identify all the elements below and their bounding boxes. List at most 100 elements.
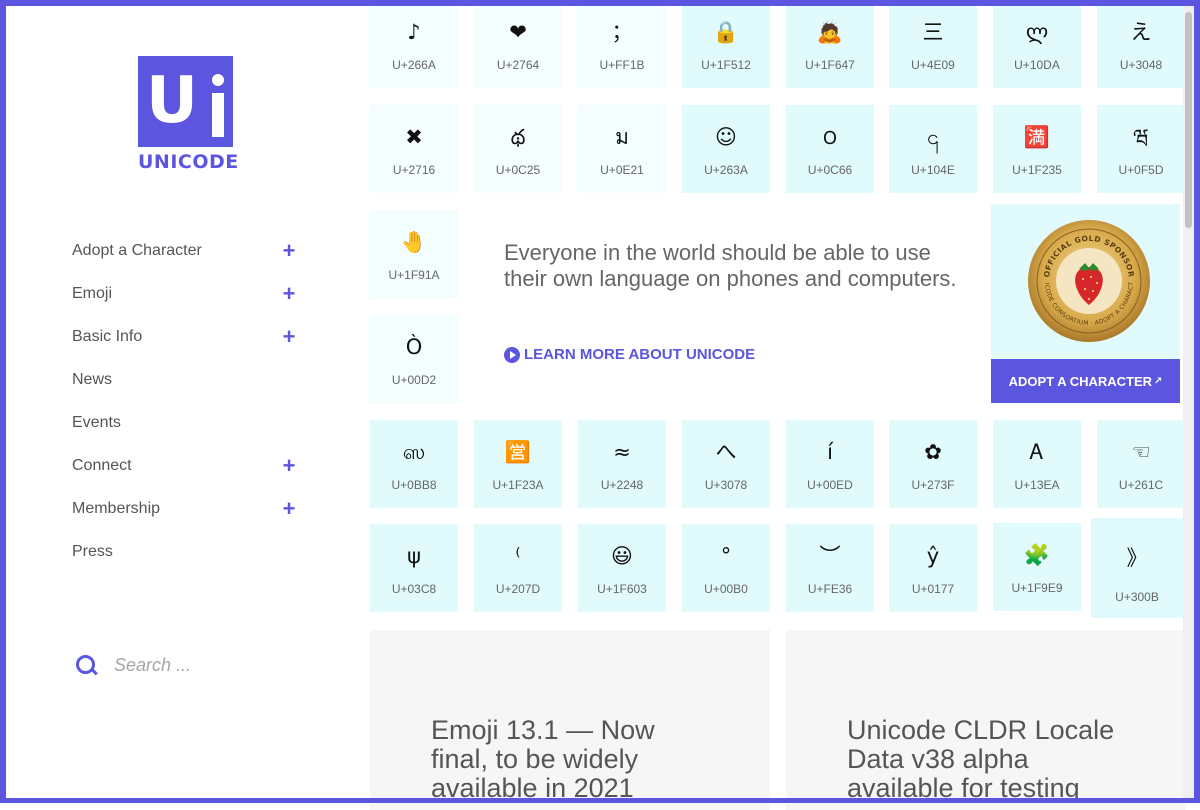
character-glyph: í bbox=[827, 440, 833, 464]
character-tile[interactable]: え U+3048 bbox=[1097, 0, 1185, 88]
character-tile[interactable]: ✿ U+273F bbox=[889, 420, 977, 508]
character-tile[interactable]: Ꭺ U+13EA bbox=[993, 420, 1081, 508]
character-tile[interactable]: ψ U+03C8 bbox=[370, 524, 458, 612]
character-tile[interactable]: ཝ U+0F5D bbox=[1097, 105, 1185, 193]
character-glyph: Ꭺ bbox=[1029, 440, 1045, 464]
character-tile[interactable]: 🤚 U+1F91A bbox=[370, 210, 458, 298]
expand-plus-icon[interactable]: + bbox=[276, 281, 302, 307]
news-card-title: Emoji 13.1 — Now final, to be widely ava… bbox=[431, 715, 655, 803]
search-input[interactable] bbox=[112, 654, 316, 677]
character-tile[interactable]: 》 U+300B bbox=[1091, 518, 1183, 618]
nav-item-news[interactable]: News bbox=[72, 358, 302, 401]
scrollbar-thumb[interactable] bbox=[1185, 12, 1192, 228]
character-tile[interactable]: ≈ U+2248 bbox=[578, 420, 666, 508]
nav-item-label: Membership bbox=[72, 499, 161, 517]
character-tile[interactable]: ஸ U+0BB8 bbox=[370, 420, 458, 508]
news-card-emoji[interactable]: Emoji 13.1 — Now final, to be widely ava… bbox=[370, 630, 770, 810]
code-point: U+0177 bbox=[911, 582, 955, 596]
logo-i-stem bbox=[212, 93, 224, 137]
expand-plus-icon[interactable]: + bbox=[276, 324, 302, 350]
character-tile[interactable]: Ò U+00D2 bbox=[370, 315, 458, 403]
logo-i-dot bbox=[212, 74, 224, 86]
nav-item-membership[interactable]: Membership + bbox=[72, 487, 302, 530]
character-glyph: 🤚 bbox=[400, 230, 428, 254]
character-tile[interactable]: ౦ U+0C66 bbox=[786, 105, 874, 193]
character-tile[interactable]: ม U+0E21 bbox=[578, 105, 666, 193]
mission-statement: Everyone in the world should be able to … bbox=[504, 240, 957, 291]
character-glyph: ཝ bbox=[1133, 125, 1149, 149]
character-tile[interactable]: 🈺 U+1F23A bbox=[474, 420, 562, 508]
code-point: U+00ED bbox=[807, 478, 853, 492]
code-point: U+1F603 bbox=[597, 582, 647, 596]
code-point: U+4E09 bbox=[911, 58, 955, 72]
character-tile[interactable]: 三 U+4E09 bbox=[889, 0, 977, 88]
code-point: U+266A bbox=[392, 58, 436, 72]
character-glyph: 🈺 bbox=[504, 440, 532, 464]
scrollbar[interactable] bbox=[1183, 6, 1194, 798]
expand-plus-icon[interactable]: + bbox=[276, 238, 302, 264]
code-point: U+13EA bbox=[1014, 478, 1060, 492]
code-point: U+2716 bbox=[392, 163, 436, 177]
character-glyph: ❤ bbox=[509, 20, 527, 44]
code-point: U+0BB8 bbox=[391, 478, 437, 492]
character-tile[interactable]: ၎ U+104E bbox=[889, 105, 977, 193]
character-tile[interactable]: 🔒 U+1F512 bbox=[682, 0, 770, 88]
learn-more-link[interactable]: LEARN MORE ABOUT UNICODE bbox=[504, 346, 755, 363]
character-tile[interactable]: ♪ U+266A bbox=[370, 0, 458, 88]
character-tile[interactable]: ⁽ U+207D bbox=[474, 524, 562, 612]
nav-item-press[interactable]: Press bbox=[72, 530, 302, 573]
code-point: U+1F235 bbox=[1012, 163, 1062, 177]
character-tile[interactable]: ° U+00B0 bbox=[682, 524, 770, 612]
character-glyph: 🙇 bbox=[816, 20, 844, 44]
character-tile[interactable]: 🧩 U+1F9E9 bbox=[993, 523, 1081, 611]
code-point: U+104E bbox=[911, 163, 955, 177]
nav-item-adopt-a-character[interactable]: Adopt a Character + bbox=[72, 229, 302, 272]
character-glyph: థ bbox=[510, 125, 526, 149]
character-glyph: ม bbox=[615, 125, 629, 149]
character-tile[interactable]: ； U+FF1B bbox=[578, 0, 666, 88]
character-tile[interactable]: ☺ U+263A bbox=[682, 105, 770, 193]
code-point: U+00D2 bbox=[391, 373, 437, 387]
unicode-logo[interactable]: U UNICODE bbox=[138, 56, 238, 173]
code-point: U+0C66 bbox=[807, 163, 853, 177]
character-tile[interactable]: ☜ U+261C bbox=[1097, 420, 1185, 508]
character-glyph: ✖ bbox=[405, 125, 423, 149]
character-tile[interactable]: 😃 U+1F603 bbox=[578, 524, 666, 612]
nav-item-emoji[interactable]: Emoji + bbox=[72, 272, 302, 315]
expand-plus-icon[interactable]: + bbox=[276, 453, 302, 479]
character-tile[interactable]: ︶ U+FE36 bbox=[786, 524, 874, 612]
character-glyph: え bbox=[1130, 20, 1152, 44]
code-point: U+2248 bbox=[600, 478, 644, 492]
code-point: U+0C25 bbox=[495, 163, 541, 177]
character-tile[interactable]: ŷ U+0177 bbox=[889, 524, 977, 612]
character-tile[interactable]: í U+00ED bbox=[786, 420, 874, 508]
character-glyph: ⁽ bbox=[515, 544, 521, 568]
character-glyph: ☜ bbox=[1131, 440, 1151, 464]
play-circle-icon bbox=[504, 346, 520, 363]
character-tile[interactable]: 🈵 U+1F235 bbox=[993, 105, 1081, 193]
character-tile[interactable]: థ U+0C25 bbox=[474, 105, 562, 193]
search-bar bbox=[76, 654, 336, 677]
character-tile[interactable]: ✖ U+2716 bbox=[370, 105, 458, 193]
logo-mark: U bbox=[138, 56, 233, 147]
nav-item-events[interactable]: Events bbox=[72, 401, 302, 444]
character-tile[interactable]: 🙇 U+1F647 bbox=[786, 0, 874, 88]
nav-item-label: Adopt a Character bbox=[72, 241, 202, 259]
code-point: U+03C8 bbox=[391, 582, 437, 596]
nav-item-basic-info[interactable]: Basic Info + bbox=[72, 315, 302, 358]
adopt-a-character-button[interactable]: ADOPT A CHARACTER ↗ bbox=[991, 359, 1180, 403]
code-point: U+263A bbox=[704, 163, 748, 177]
code-point: U+1F23A bbox=[492, 478, 544, 492]
character-tile[interactable]: へ U+3078 bbox=[682, 420, 770, 508]
nav-item-label: Basic Info bbox=[72, 327, 143, 345]
code-point: U+207D bbox=[495, 582, 541, 596]
search-icon[interactable] bbox=[76, 654, 98, 677]
character-tile[interactable]: ლ U+10DA bbox=[993, 0, 1081, 88]
character-glyph: ︶ bbox=[819, 544, 841, 568]
character-tile[interactable]: ❤ U+2764 bbox=[474, 0, 562, 88]
nav-item-label: News bbox=[72, 370, 113, 388]
expand-plus-icon[interactable]: + bbox=[276, 496, 302, 522]
news-card-cldr[interactable]: Unicode CLDR Locale Data v38 alpha avail… bbox=[786, 630, 1186, 810]
nav-item-connect[interactable]: Connect + bbox=[72, 444, 302, 487]
gold-sponsor-badge[interactable]: OFFICIAL GOLD SPONSOR UNICODE CONSORTIUM… bbox=[1027, 219, 1151, 343]
